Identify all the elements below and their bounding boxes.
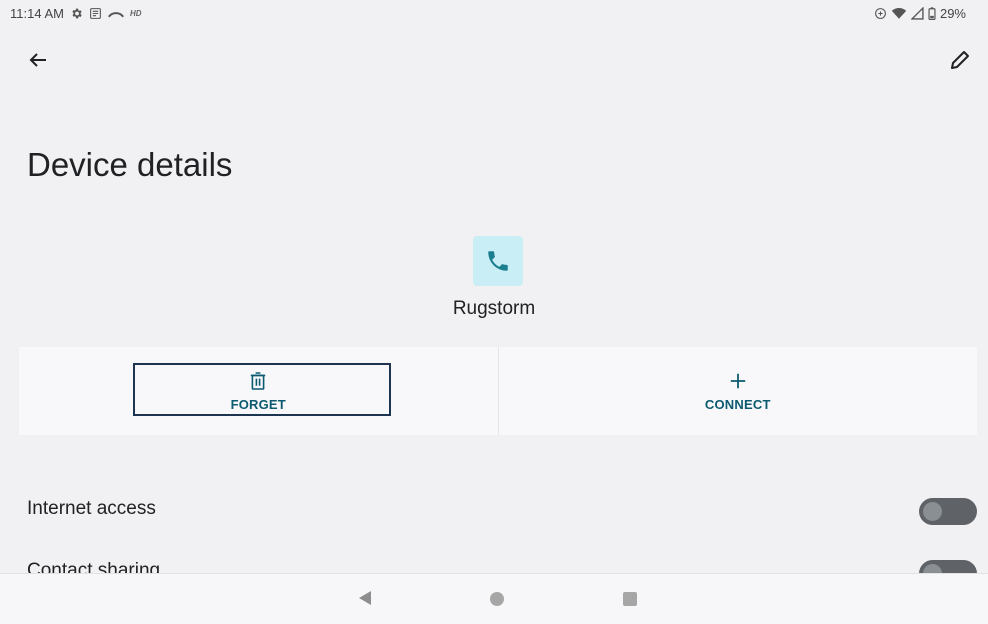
hd-badge: HD (129, 9, 142, 18)
status-right: 29% (874, 6, 966, 21)
focus-indicator (133, 363, 391, 416)
plus-icon (730, 373, 745, 388)
device-icon-tile (473, 236, 523, 286)
gear-icon (72, 8, 82, 19)
edit-button[interactable] (948, 48, 972, 72)
page-title: Device details (27, 146, 233, 183)
status-left: 11:14 AM HD (10, 6, 142, 21)
back-button[interactable] (26, 48, 50, 72)
pencil-icon (951, 51, 969, 69)
device-name: Rugstorm (452, 298, 536, 319)
battery-percent: 29% (939, 6, 966, 21)
recents-square-icon[interactable] (623, 592, 637, 606)
pref-internet-access-label: Internet access (27, 498, 156, 519)
navigation-bar (0, 573, 988, 624)
toggle-knob (923, 502, 942, 521)
wifi-icon (891, 8, 907, 19)
status-time: 11:14 AM (10, 6, 64, 21)
back-triangle-icon[interactable] (357, 590, 373, 606)
arrow-left-icon (29, 53, 46, 67)
connect-button[interactable]: CONNECT (497, 347, 978, 435)
battery-icon (928, 7, 936, 20)
pref-internet-access[interactable]: Internet access (0, 490, 988, 530)
internet-access-toggle[interactable] (919, 498, 977, 525)
home-circle-icon[interactable] (490, 592, 504, 606)
data-saver-icon (875, 8, 886, 19)
device-actions: FORGET CONNECT (19, 347, 977, 435)
forget-button[interactable]: FORGET (19, 347, 498, 435)
connect-label: CONNECT (704, 396, 771, 412)
news-icon (90, 8, 101, 19)
status-bar: 11:14 AM HD 29% (0, 0, 988, 30)
signal-icon (910, 7, 924, 20)
missed-call-icon (108, 12, 124, 18)
phone-icon (488, 251, 508, 271)
